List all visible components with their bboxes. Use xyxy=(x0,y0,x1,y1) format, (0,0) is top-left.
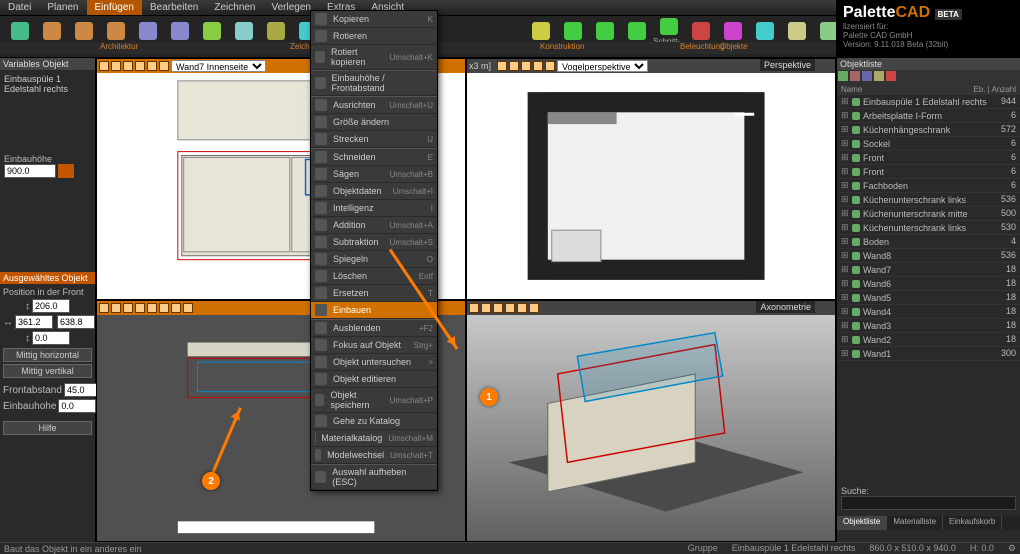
panel-title-selected-object: Ausgewähltes Objekt xyxy=(0,272,95,284)
status-hint: Baut das Objekt in ein anderes ein xyxy=(4,544,142,554)
ctx-kopieren[interactable]: KopierenK xyxy=(311,11,437,28)
tree-row[interactable]: ⊞Wand1300 xyxy=(837,347,1020,361)
ctx-rotieren[interactable]: Rotieren xyxy=(311,28,437,45)
menu-datei[interactable]: Datei xyxy=(0,0,39,15)
ctx-objektdaten[interactable]: ObjektdatenUmschalt+I xyxy=(311,183,437,200)
pos-x1-input[interactable] xyxy=(15,315,53,329)
tree-row[interactable]: ⊞Wand218 xyxy=(837,333,1020,347)
viewports: Wand7 Innenseite x3 m] Vogelperspektive … xyxy=(96,58,836,542)
ctx-rotiert-kopieren[interactable]: Rotiert kopierenUmschalt+K xyxy=(311,45,437,70)
tree-row[interactable]: ⊞Küchenunterschrank links530 xyxy=(837,221,1020,235)
tree-row[interactable]: ⊞Front6 xyxy=(837,165,1020,179)
tree-row[interactable]: ⊞Front6 xyxy=(837,151,1020,165)
search-input[interactable] xyxy=(841,496,1016,510)
ctx-schneiden[interactable]: SchneidenE xyxy=(311,149,437,166)
object-tree[interactable]: ⊞Einbauspüle 1 Edelstahl rechts944⊞Arbei… xyxy=(837,95,1020,515)
ctx-s-gen[interactable]: SägenUmschalt+B xyxy=(311,166,437,183)
ctx-subtraktion[interactable]: SubtraktionUmschalt+S xyxy=(311,234,437,251)
ctx-ausblenden[interactable]: Ausblenden+F2 xyxy=(311,320,437,337)
tab-objektliste[interactable]: Objektliste xyxy=(837,516,887,530)
ctx-einbauen[interactable]: Einbauen xyxy=(311,302,437,319)
pos-x2-input[interactable] xyxy=(57,315,95,329)
brand: PaletteCAD BETA lizensiert für: Palette … xyxy=(837,0,1020,58)
callout-2: 2 xyxy=(202,472,220,490)
help-button[interactable]: Hilfe xyxy=(3,421,92,435)
tree-row[interactable]: ⊞Boden4 xyxy=(837,235,1020,249)
viewport-bottom-right[interactable]: Axonometrie xyxy=(466,300,836,542)
ctx-l-schen[interactable]: LöschenEntf xyxy=(311,268,437,285)
objektliste-toolbar xyxy=(837,70,1020,84)
tab-einkaufskorb[interactable]: Einkaufskorb xyxy=(943,516,1002,530)
ctx-gr-e-ndern[interactable]: Größe ändern xyxy=(311,114,437,131)
vp-tool-icon[interactable] xyxy=(99,61,109,71)
tree-row[interactable]: ⊞Küchenunterschrank links536 xyxy=(837,193,1020,207)
left-panel: Variables Objekt Einbauspüle 1 Edelstahl… xyxy=(0,58,96,542)
tree-row[interactable]: ⊞Küchenhängeschrank572 xyxy=(837,123,1020,137)
spinner-icon[interactable] xyxy=(58,164,74,178)
toolbar-icon[interactable] xyxy=(838,71,848,81)
viewport-title-br: Axonometrie xyxy=(756,301,815,313)
ctx-intelligenz[interactable]: IntelligenzI xyxy=(311,200,437,217)
objektliste-title: Objektliste xyxy=(837,58,1020,70)
tree-row[interactable]: ⊞Küchenunterschrank mitte500 xyxy=(837,207,1020,221)
viewport-top-right[interactable]: x3 m] Vogelperspektive Perspektive xyxy=(466,58,836,300)
pos-y-input[interactable] xyxy=(32,299,70,313)
menu-planen[interactable]: Planen xyxy=(39,0,86,15)
search-box: Suche: xyxy=(841,486,1016,510)
einbauhohe2-input[interactable] xyxy=(58,399,96,413)
einbauhohe-input[interactable] xyxy=(4,164,56,178)
ctx-addition[interactable]: AdditionUmschalt+A xyxy=(311,217,437,234)
ctx-auswahl-aufheben-esc-[interactable]: Auswahl aufheben (ESC) xyxy=(311,465,437,490)
ctx-materialkatalog[interactable]: MaterialkatalogUmschalt+M xyxy=(311,430,437,447)
tree-row[interactable]: ⊞Wand8536 xyxy=(837,249,1020,263)
objektliste-headers: Name Eb. | Anzahl xyxy=(837,84,1020,95)
tree-row[interactable]: ⊞Wand518 xyxy=(837,291,1020,305)
ctx-einbauh-he-frontabstand[interactable]: Einbauhöhe / Frontabstand xyxy=(311,71,437,96)
menu-einfügen[interactable]: Einfügen xyxy=(87,0,142,15)
ctx-gehe-zu-katalog[interactable]: Gehe zu Katalog xyxy=(311,413,437,430)
ctx-objekt-untersuchen[interactable]: Objekt untersuchen> xyxy=(311,354,437,371)
tree-row[interactable]: ⊞Wand618 xyxy=(837,277,1020,291)
pos-z-input[interactable] xyxy=(32,331,70,345)
callout-1: 1 xyxy=(480,388,498,406)
menu-zeichnen[interactable]: Zeichnen xyxy=(206,0,263,15)
tree-row[interactable]: ⊞Sockel6 xyxy=(837,137,1020,151)
vp-view-select-tr[interactable]: Vogelperspektive xyxy=(557,60,648,72)
ctx-ausrichten[interactable]: AusrichtenUmschalt+U xyxy=(311,97,437,114)
menu-bearbeiten[interactable]: Bearbeiten xyxy=(142,0,206,15)
tree-row[interactable]: ⊞Fachboden6 xyxy=(837,179,1020,193)
viewport-title: Perspektive xyxy=(760,59,815,71)
tree-row[interactable]: ⊞Wand418 xyxy=(837,305,1020,319)
tab-materialliste[interactable]: Materialliste xyxy=(887,516,943,530)
tree-row[interactable]: ⊞Wand718 xyxy=(837,263,1020,277)
tree-row[interactable]: ⊞Wand318 xyxy=(837,319,1020,333)
ctx-strecken[interactable]: StreckenU xyxy=(311,131,437,148)
bottom-tabs: ObjektlisteMateriallisteEinkaufskorb xyxy=(837,516,1020,530)
context-menu: KopierenKRotierenRotiert kopierenUmschal… xyxy=(310,10,438,491)
settings-icon[interactable]: ⚙ xyxy=(1008,543,1016,554)
panel-title-variable-object: Variables Objekt xyxy=(0,58,95,70)
ctx-objekt-speichern[interactable]: Objekt speichernUmschalt+P xyxy=(311,388,437,413)
ctx-fokus-auf-objekt[interactable]: Fokus auf ObjektStrg+ xyxy=(311,337,437,354)
tree-row[interactable]: ⊞Einbauspüle 1 Edelstahl rechts944 xyxy=(837,95,1020,109)
vp-view-select[interactable]: Wand7 Innenseite xyxy=(171,60,266,72)
ctx-objekt-editieren[interactable]: Objekt editieren xyxy=(311,371,437,388)
center-horizontal-button[interactable]: Mittig horizontal xyxy=(3,348,92,362)
ctx-modelwechsel[interactable]: ModelwechselUmschalt+T xyxy=(311,447,437,464)
center-vertical-button[interactable]: Mittig vertikal xyxy=(3,364,92,378)
object-name: Einbauspüle 1 Edelstahl rechts xyxy=(4,74,91,94)
statusbar: Baut das Objekt in ein anderes ein Grupp… xyxy=(0,542,1020,554)
ctx-spiegeln[interactable]: SpiegelnO xyxy=(311,251,437,268)
right-panel: PaletteCAD BETA lizensiert für: Palette … xyxy=(836,0,1020,542)
tree-row[interactable]: ⊞Arbeitsplatte I-Form6 xyxy=(837,109,1020,123)
